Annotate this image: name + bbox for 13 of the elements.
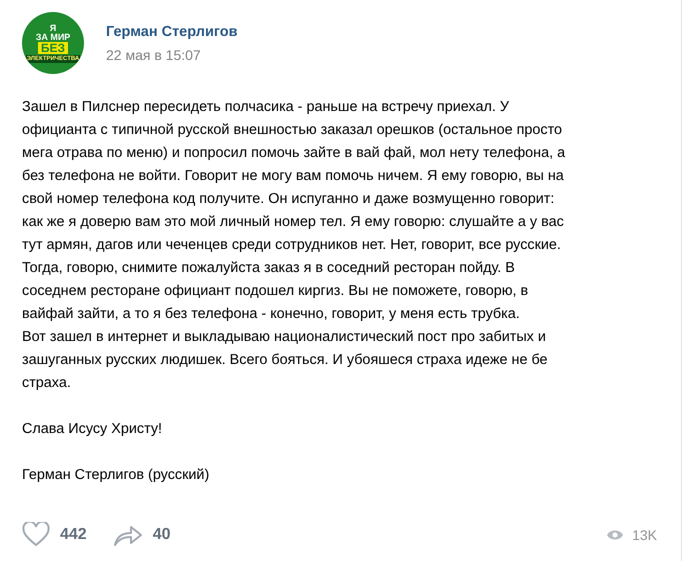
post-text: Зашел в Пилснер пересидеть полчасика - раньше на встречу приехал. У официанта с типичной русской внешностью заказал орешков (остальное просто мега отрава по меню) и попросил помочь зайте в вай фай, мол нету телефона, а без телефона не войти. Говорит не могу вам помочь ничем. Я ему говорю, вы на свой номер телефона код получите. Он испуганно и даже возмущенно говорит: как же я доверю вам это мой личный номер тел. Я ему говорю: слушайте а у вас тут армян, дагов или чеченцев среди сотрудников нет. Нет, говорит, все русские. Тогда, говорю, снимите пожалуйста заказ я в соседний ресторан пойду. В соседнем ресторане официант подошел киргиз. Вы не поможете, говорю, в вайфай зайти, а то я без телефона - конечно, говорит, у меня есть трубка. Вот зашел в интернет и выкладываю националистический пост про забитых и зашуганных русских людишек. Всего бояться. И убояшеся страха идеже не бе страха. [22, 98, 566, 393]
view-count: 13K [632, 526, 657, 542]
author-name[interactable]: Герман Стерлигов [106, 24, 238, 40]
post-date[interactable]: 22 мая в 15:07 [106, 46, 238, 62]
share-count: 40 [152, 526, 170, 544]
logo-text: Я [50, 24, 56, 32]
heart-icon[interactable] [22, 522, 50, 547]
logo-text: БЕЗ [38, 42, 68, 54]
like-count: 442 [60, 526, 87, 544]
eye-icon [606, 528, 624, 540]
logo-text: ЗА МИР [36, 32, 70, 42]
post-text: Герман Стерлигов (русский) [22, 466, 210, 485]
post-text: Слава Исусу Христу! [22, 420, 164, 439]
